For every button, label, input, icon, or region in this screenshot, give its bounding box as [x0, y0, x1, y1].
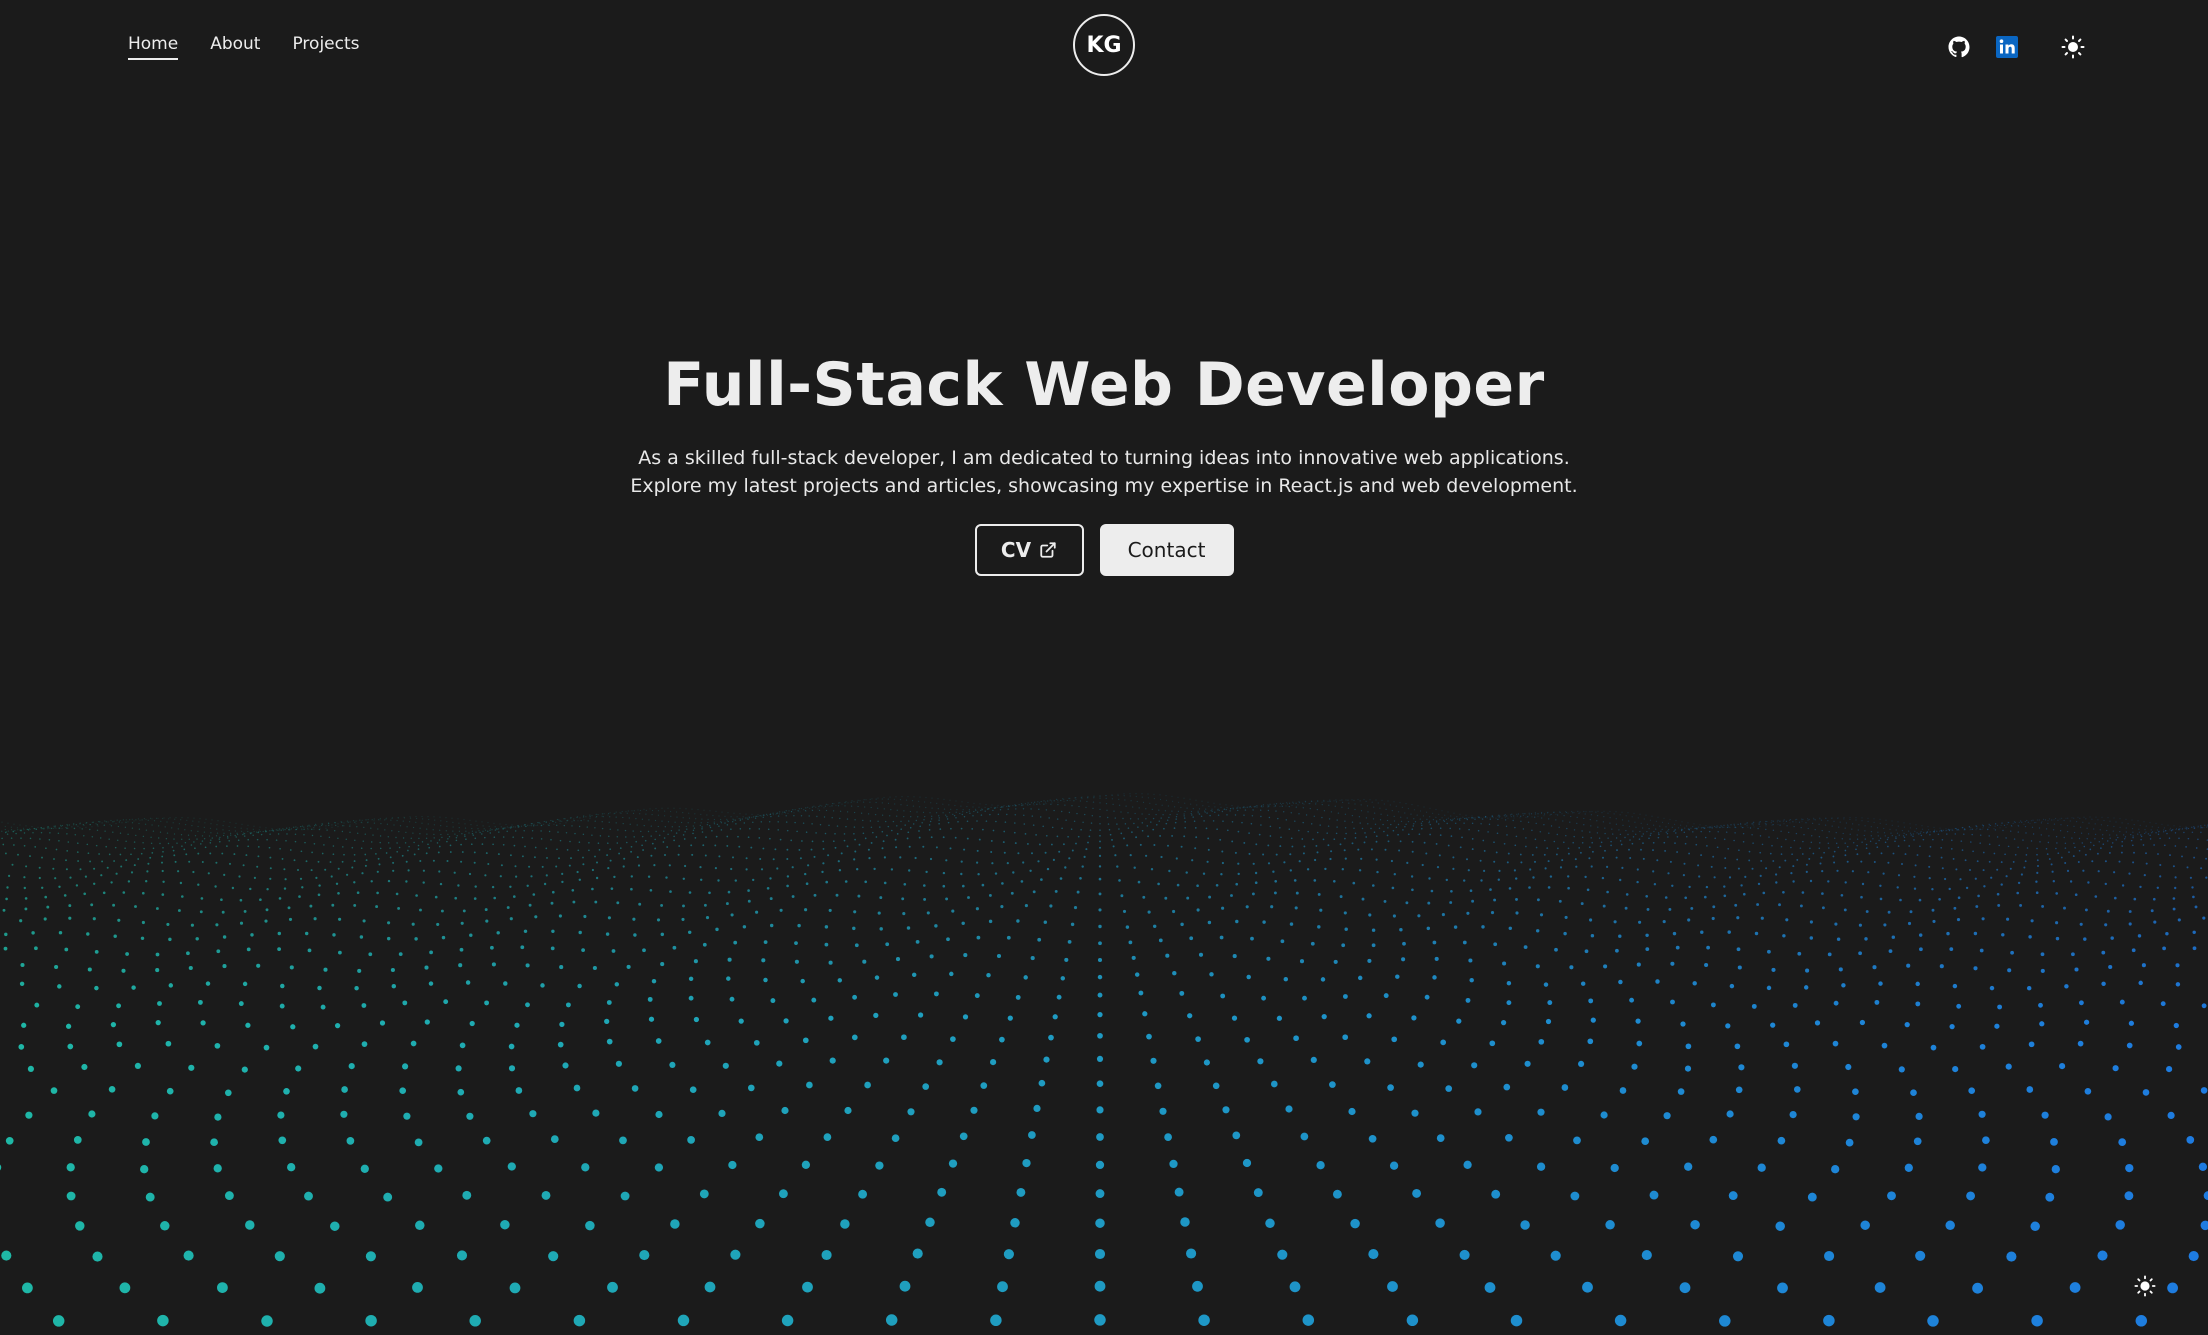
nav-item-about[interactable]: About	[210, 34, 260, 60]
nav-item-home[interactable]: Home	[128, 34, 179, 60]
hero-description: As a skilled full-stack developer, I am …	[630, 447, 1578, 497]
hero-title: Full-Stack Web Developer	[663, 350, 1545, 420]
hero-section: Full-Stack Web Developer As a skilled fu…	[0, 350, 2208, 576]
social-links	[1946, 34, 2086, 60]
cv-button-label: CV	[1000, 538, 1032, 562]
hero-buttons: CV Contact	[0, 524, 2208, 576]
site-logo[interactable]: KG	[1073, 14, 1135, 76]
floating-sun-icon[interactable]	[2132, 1273, 2158, 1299]
particle-wave-background	[0, 793, 2208, 1327]
page: Home About Projects KG Full-Stack Web De…	[0, 0, 2208, 1335]
linkedin-icon[interactable]	[1994, 34, 2020, 60]
nav-item-projects[interactable]: Projects	[292, 34, 359, 60]
site-header: Home About Projects KG	[0, 0, 2208, 94]
external-link-icon	[1040, 542, 1056, 558]
theme-toggle-sun-icon[interactable]	[2060, 34, 2086, 60]
main-nav: Home About Projects	[128, 34, 360, 60]
github-icon[interactable]	[1946, 34, 1972, 60]
cv-button[interactable]: CV	[974, 524, 1084, 576]
contact-button[interactable]: Contact	[1099, 524, 1234, 576]
